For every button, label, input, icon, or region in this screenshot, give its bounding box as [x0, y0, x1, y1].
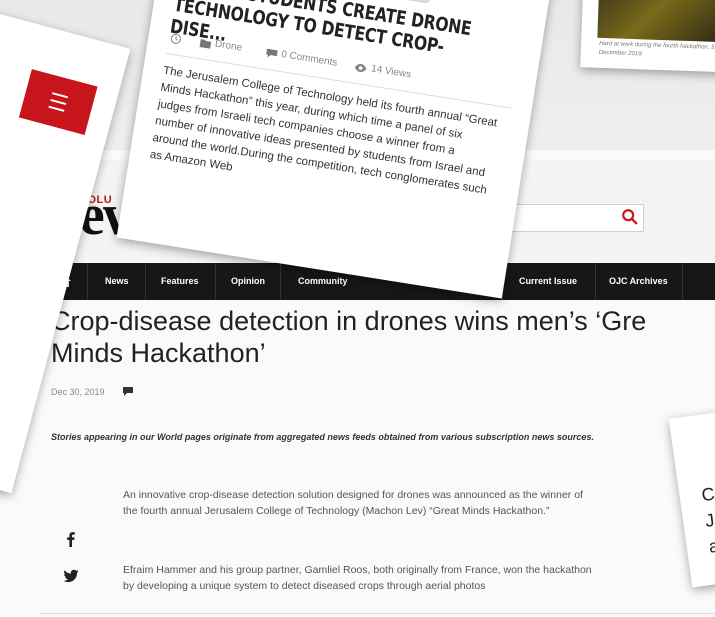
collage-canvas: Jew COLU News Features Opinion Community… [0, 0, 715, 617]
nav-divider [145, 263, 146, 300]
nav-divider [87, 263, 88, 300]
comments-icon [266, 48, 278, 58]
photo-card: Hard at work during the fourth hackathon… [580, 0, 715, 73]
nav-item-news[interactable]: News [105, 263, 129, 300]
hackathon-photo [597, 0, 715, 43]
article-date: Dec 30, 2019 [51, 387, 105, 397]
menu-button[interactable] [18, 69, 98, 135]
nav-item-features[interactable]: Features [161, 263, 199, 300]
nav-divider [682, 263, 683, 300]
side-text-letter: C [700, 483, 715, 506]
nav-item-opinion[interactable]: Opinion [231, 263, 265, 300]
nav-item-current-issue[interactable]: Current Issue [519, 263, 577, 300]
clock-icon [170, 33, 182, 45]
nav-divider [280, 263, 281, 300]
article-title: Crop-disease detection in drones wins me… [51, 305, 715, 369]
eye-icon [354, 63, 367, 73]
hamburger-icon [32, 69, 98, 112]
twitter-icon[interactable] [63, 568, 79, 584]
side-text-letter: J [703, 509, 715, 531]
facebook-icon[interactable] [63, 531, 79, 547]
article-paragraph-2: Efraim Hammer and his group partner, Gam… [123, 564, 592, 592]
nav-divider [215, 263, 216, 300]
photo-caption: Hard at work during the fourth hackathon… [598, 40, 715, 58]
nav-item-ojc-archives[interactable]: OJC Archives [609, 263, 668, 300]
content-divider [40, 613, 715, 614]
search-icon[interactable] [621, 208, 639, 226]
nav-divider [595, 263, 596, 300]
side-text-letter: a [707, 535, 715, 557]
article-title-line1: Crop-disease detection in drones wins me… [51, 306, 647, 336]
article-title-line2: Minds Hackathon’ [51, 338, 266, 368]
article-paragraph-1: An innovative crop-disease detection sol… [123, 489, 583, 517]
folder-icon [199, 39, 212, 49]
article-disclaimer: Stories appearing in our World pages ori… [51, 432, 594, 442]
comments-icon[interactable] [122, 386, 134, 397]
